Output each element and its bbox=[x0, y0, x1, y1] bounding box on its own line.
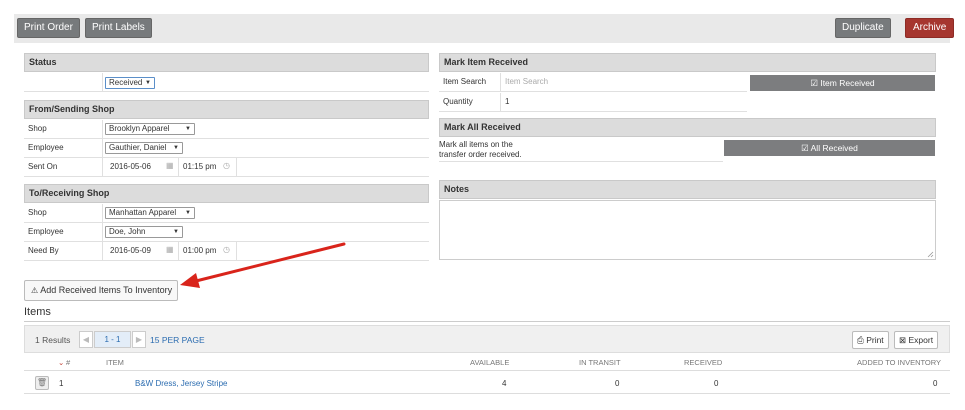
col-in-transit[interactable]: IN TRANSIT bbox=[579, 358, 621, 367]
status-select[interactable]: Received ▼ bbox=[105, 77, 155, 89]
from-employee-label: Employee bbox=[28, 143, 64, 152]
sent-date[interactable]: 2016-05-06 bbox=[110, 162, 151, 171]
sent-on-row: Sent On 2016-05-06 ▦ 01:15 pm ◷ bbox=[24, 158, 429, 177]
row-item-link[interactable]: B&W Dress, Jersey Stripe bbox=[135, 379, 227, 388]
col-item[interactable]: ITEM bbox=[106, 358, 124, 367]
duplicate-button[interactable]: Duplicate bbox=[835, 18, 891, 38]
to-shop-label: Shop bbox=[28, 208, 47, 217]
notes-header: Notes bbox=[439, 180, 936, 199]
row-num: 1 bbox=[59, 379, 64, 388]
mark-all-header: Mark All Received bbox=[439, 118, 936, 137]
to-shop-row: Shop Manhattan Apparel ▼ bbox=[24, 204, 429, 223]
notes-textarea[interactable] bbox=[439, 200, 936, 260]
add-received-items-label: Add Received Items To Inventory bbox=[40, 285, 173, 295]
to-header: To/Receiving Shop bbox=[24, 184, 429, 203]
mark-all-desc-line1: Mark all items on the bbox=[439, 140, 513, 149]
mark-all-desc: Mark all items on the transfer order rec… bbox=[439, 140, 723, 162]
to-employee-select[interactable]: Doe, John ▼ bbox=[105, 226, 183, 238]
status-row: Received ▼ bbox=[24, 73, 429, 92]
quantity-row: Quantity 1 bbox=[439, 93, 747, 112]
resize-handle-icon[interactable] bbox=[927, 251, 934, 258]
sent-time[interactable]: 01:15 pm bbox=[183, 162, 216, 171]
print-labels-button[interactable]: Print Labels bbox=[85, 18, 152, 38]
col-added[interactable]: ADDED TO INVENTORY bbox=[857, 358, 941, 367]
col-available[interactable]: AVAILABLE bbox=[470, 358, 509, 367]
print-order-button[interactable]: Print Order bbox=[17, 18, 80, 38]
calendar-icon[interactable]: ▦ bbox=[166, 161, 174, 170]
add-received-items-button[interactable]: ⚠ Add Received Items To Inventory bbox=[24, 280, 178, 301]
to-employee-value: Doe, John bbox=[109, 227, 146, 236]
mark-all-desc-line2: transfer order received. bbox=[439, 150, 522, 159]
export-icon: ⊠ bbox=[899, 335, 907, 345]
archive-button[interactable]: Archive bbox=[905, 18, 955, 38]
table-row: 🗑 1 B&W Dress, Jersey Stripe 4 0 0 0 bbox=[24, 372, 950, 394]
col-num[interactable]: # bbox=[66, 358, 70, 367]
per-page-link[interactable]: 15 PER PAGE bbox=[150, 335, 205, 345]
print-icon: ⎙ bbox=[857, 335, 864, 345]
status-select-value: Received bbox=[109, 78, 143, 87]
row-added: 0 bbox=[933, 379, 938, 388]
item-search-label: Item Search bbox=[443, 77, 487, 86]
row-received: 0 bbox=[714, 379, 719, 388]
print-label: Print bbox=[866, 335, 884, 345]
item-search-row: Item Search Item Search bbox=[439, 73, 747, 92]
all-received-label: All Received bbox=[810, 143, 858, 153]
next-page-icon[interactable]: ▶ bbox=[132, 331, 146, 348]
chevron-down-icon: ▼ bbox=[185, 126, 191, 132]
results-count: 1 Results bbox=[35, 335, 71, 345]
quantity-label: Quantity bbox=[443, 97, 473, 106]
from-shop-label: Shop bbox=[28, 124, 47, 133]
annotation-arrow-icon bbox=[180, 242, 346, 288]
page-indicator[interactable]: 1 - 1 bbox=[94, 331, 131, 348]
to-shop-value: Manhattan Apparel bbox=[109, 208, 177, 217]
row-in-transit: 0 bbox=[615, 379, 620, 388]
mark-item-header: Mark Item Received bbox=[439, 53, 936, 72]
to-shop-select[interactable]: Manhattan Apparel ▼ bbox=[105, 207, 195, 219]
calendar-icon[interactable]: ▦ bbox=[166, 245, 174, 254]
chevron-down-icon: ▼ bbox=[145, 80, 151, 86]
items-table-header: ⌄ # ITEM AVAILABLE IN TRANSIT RECEIVED A… bbox=[24, 354, 950, 371]
chevron-down-icon: ▼ bbox=[173, 229, 179, 235]
need-by-label: Need By bbox=[28, 246, 59, 255]
toolbar: Print Order Print Labels Duplicate Archi… bbox=[14, 14, 955, 43]
check-icon: ☑ bbox=[810, 78, 818, 88]
all-received-button[interactable]: ☑ All Received bbox=[724, 140, 935, 156]
from-employee-value: Gauthier, Daniel bbox=[109, 143, 167, 152]
check-icon: ☑ bbox=[801, 143, 809, 153]
pagination-bar: 1 Results ◀ 1 - 1 ▶ 15 PER PAGE ⎙ Print … bbox=[24, 325, 950, 353]
chevron-down-icon: ▼ bbox=[185, 210, 191, 216]
clock-icon[interactable]: ◷ bbox=[223, 161, 230, 170]
from-header: From/Sending Shop bbox=[24, 100, 429, 119]
to-employee-label: Employee bbox=[28, 227, 64, 236]
col-received[interactable]: RECEIVED bbox=[684, 358, 722, 367]
item-received-button[interactable]: ☑ Item Received bbox=[750, 75, 935, 91]
items-title: Items bbox=[24, 306, 51, 318]
warning-icon: ⚠ bbox=[31, 286, 39, 295]
row-available: 4 bbox=[502, 379, 507, 388]
print-button[interactable]: ⎙ Print bbox=[852, 331, 889, 349]
status-header: Status bbox=[24, 53, 429, 72]
from-shop-select[interactable]: Brooklyn Apparel ▼ bbox=[105, 123, 195, 135]
prev-page-icon[interactable]: ◀ bbox=[79, 331, 93, 348]
item-received-label: Item Received bbox=[820, 78, 875, 88]
item-search-input[interactable]: Item Search bbox=[505, 77, 548, 86]
trash-icon[interactable]: 🗑 bbox=[35, 376, 49, 390]
from-employee-row: Employee Gauthier, Daniel ▼ bbox=[24, 139, 429, 158]
chevron-down-icon: ▼ bbox=[173, 145, 179, 151]
from-employee-select[interactable]: Gauthier, Daniel ▼ bbox=[105, 142, 183, 154]
need-date[interactable]: 2016-05-09 bbox=[110, 246, 151, 255]
quantity-input[interactable]: 1 bbox=[505, 97, 509, 106]
export-label: Export bbox=[908, 335, 934, 345]
sent-on-label: Sent On bbox=[28, 162, 58, 171]
from-shop-value: Brooklyn Apparel bbox=[109, 124, 170, 133]
items-divider bbox=[24, 321, 950, 322]
sort-down-icon[interactable]: ⌄ bbox=[58, 358, 64, 367]
export-button[interactable]: ⊠ Export bbox=[894, 331, 939, 349]
from-shop-row: Shop Brooklyn Apparel ▼ bbox=[24, 120, 429, 139]
